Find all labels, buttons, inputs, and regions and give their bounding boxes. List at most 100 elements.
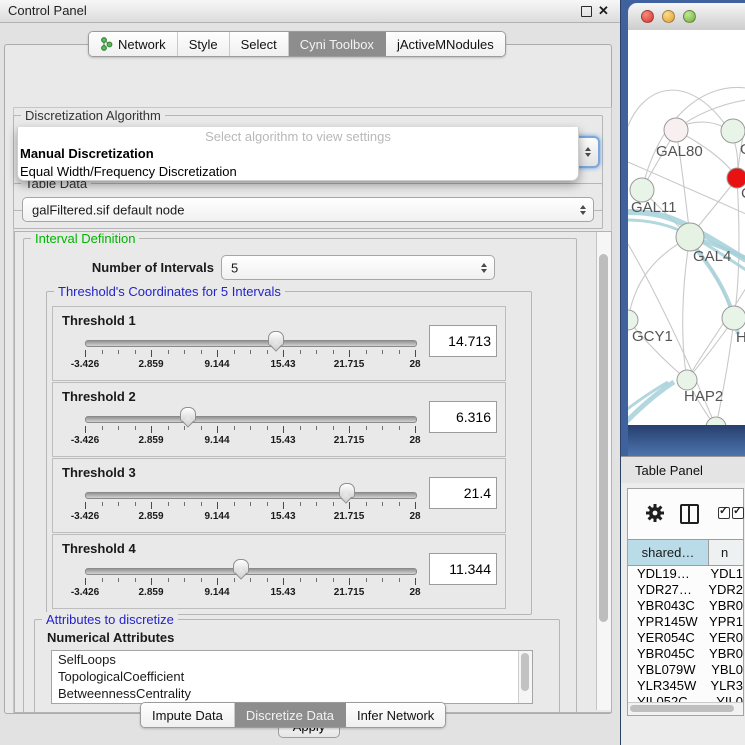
threshold-4-value-field[interactable] [429,553,497,585]
tab-discretize-data[interactable]: Discretize Data [235,703,346,727]
checkbox-icon[interactable] [732,507,744,519]
cytoscape-desktop: GAL80 G C GAL11 GAL4 GCY1 H HAP2 Table P… [620,0,745,745]
tab-label: Impute Data [152,708,223,723]
number-of-intervals-value: 5 [231,260,238,275]
column-header-name[interactable]: n [709,540,743,565]
table-cell: YER054C [628,630,698,646]
network-node-gal80[interactable] [664,118,688,142]
checkbox-icon[interactable] [718,507,730,519]
network-canvas[interactable]: GAL80 G C GAL11 GAL4 GCY1 H HAP2 [628,30,745,425]
dropdown-option-equal-width[interactable]: Equal Width/Frequency Discretization [18,163,578,181]
network-icon [100,37,113,51]
table-row[interactable]: YIL052CYIL0 [628,694,743,702]
table-cell: YBR043C [628,598,698,614]
slider-tick-labels: -3.4262.8599.14415.4321.71528 [85,435,415,447]
threshold-1-slider-thumb[interactable] [268,331,284,346]
network-node-partial-right[interactable] [722,306,745,330]
node-label-partial-red: C [741,185,745,202]
thresholds-group: Threshold's Coordinates for 5 Intervals … [46,291,532,615]
table-cell: YDR2 [697,582,743,598]
settings-scrollbar[interactable] [596,232,611,710]
tab-label: Select [241,37,277,52]
slider-tick-labels: -3.4262.8599.14415.4321.71528 [85,587,415,599]
table-row[interactable]: YLR345WYLR3 [628,678,743,694]
node-label-hap2: HAP2 [684,388,723,405]
numerical-attributes-label: Numerical Attributes [47,630,174,645]
close-traffic-light[interactable] [641,10,654,23]
tab-label: Style [189,37,218,52]
table-cell: YBR0 [698,646,743,662]
table-row[interactable]: YDL19…YDL1 [628,566,743,582]
network-node-partial-top[interactable] [721,119,745,143]
combo-arrows-icon [585,147,591,157]
columns-icon[interactable] [680,504,699,524]
settings-scrollbar-thumb[interactable] [599,254,608,622]
list-scrollbar-thumb[interactable] [521,653,529,691]
tab-infer-network[interactable]: Infer Network [346,703,445,727]
network-node-gal4[interactable] [676,223,704,251]
attribute-list-item[interactable]: TopologicalCoefficient [52,668,532,685]
float-window-icon[interactable] [581,6,592,17]
number-of-intervals-combobox[interactable]: 5 [221,255,495,280]
table-panel-body: shared… n YDL19…YDL1YDR27…YDR2YBR043CYBR… [621,483,745,745]
network-node-gcy1[interactable] [628,310,638,330]
table-cell: YLR345W [628,678,699,694]
network-node-hap2[interactable] [677,370,697,390]
table-row[interactable]: YBR045CYBR0 [628,646,743,662]
tab-label: jActiveMNodules [397,37,494,52]
gear-icon[interactable] [644,502,666,524]
table-row[interactable]: YBR043CYBR0 [628,598,743,614]
tab-style[interactable]: Style [178,32,230,56]
group-label: Interval Definition [31,231,139,246]
table-scrollbar-thumb[interactable] [630,705,734,712]
table-horizontal-scrollbar[interactable] [628,702,743,715]
table-cell: YIL052C [628,694,705,702]
table-panel-title: Table Panel [635,463,703,478]
minimize-traffic-light[interactable] [662,10,675,23]
tab-cyni-toolbox[interactable]: Cyni Toolbox [289,32,386,56]
cyni-mode-tabs: Impute Data Discretize Data Infer Networ… [140,702,446,728]
threshold-3-slider-thumb[interactable] [339,483,355,498]
interval-definition-group: Interval Definition Number of Intervals … [23,238,577,713]
tab-impute-data[interactable]: Impute Data [141,703,235,727]
table-cell: YPR145W [628,614,698,630]
table-row[interactable]: YPR145WYPR1 [628,614,743,630]
dropdown-placeholder: Select algorithm to view settings [18,128,578,145]
algorithm-dropdown-popup: Select algorithm to view settings Manual… [17,127,579,181]
settings-scrollpane: Interval Definition Number of Intervals … [14,231,612,713]
combo-arrows-icon [580,205,586,215]
threshold-2-slider-thumb[interactable] [180,407,196,422]
control-panel-titlebar: Control Panel ✕ [0,0,620,23]
table-row[interactable]: YDR27…YDR2 [628,582,743,598]
tab-network[interactable]: Network [89,32,178,56]
threshold-2-value-field[interactable] [429,401,497,433]
threshold-4-slider-thumb[interactable] [233,559,249,574]
node-label-partial-right: H [736,329,745,346]
table-data-value: galFiltered.sif default node [32,202,184,217]
attribute-list-item[interactable]: BetweennessCentrality [52,685,532,702]
table-cell: YDL19… [628,566,699,582]
table-toolbar [628,489,743,539]
attribute-list-item[interactable]: SelfLoops [52,651,532,668]
threshold-1-value-field[interactable] [429,325,497,357]
network-window-frame [628,425,745,456]
column-header-shared-name[interactable]: shared… [628,540,709,565]
dropdown-option-manual[interactable]: Manual Discretization [18,145,578,163]
panel-title: Control Panel [8,3,87,18]
network-window-titlebar[interactable] [628,3,745,31]
table-rows: YDL19…YDL1YDR27…YDR2YBR043CYBR0YPR145WYP… [628,566,743,702]
threshold-3-value-field[interactable] [429,477,497,509]
tab-select[interactable]: Select [230,32,289,56]
cyni-toolbox-panel: Discretization Algorithm Table Data galF… [4,44,612,714]
tab-label: Network [118,37,166,52]
slider-tick-labels: -3.4262.8599.14415.4321.71528 [85,359,415,371]
table-data-combobox[interactable]: galFiltered.sif default node [22,197,594,222]
attributes-group: Attributes to discretize Numerical Attri… [34,619,560,713]
close-icon[interactable]: ✕ [598,3,609,19]
zoom-traffic-light[interactable] [683,10,696,23]
table-row[interactable]: YER054CYER0 [628,630,743,646]
control-panel-tabs: Network Style Select Cyni Toolbox jActiv… [88,31,506,57]
list-scrollbar[interactable] [518,651,532,703]
table-row[interactable]: YBL079WYBL0 [628,662,743,678]
tab-jactivemnodules[interactable]: jActiveMNodules [386,32,505,56]
